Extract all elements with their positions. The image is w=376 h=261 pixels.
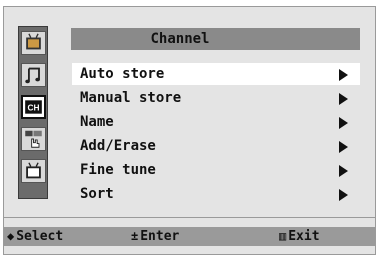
menu-item-manual-store[interactable]: Manual store — [72, 87, 360, 109]
menu-item-label: Name — [80, 114, 114, 130]
menu-icon: ▥ — [279, 229, 287, 243]
menu-title: Channel — [150, 31, 210, 47]
tv-picture-icon[interactable] — [21, 31, 46, 55]
plus-minus-icon: ± — [131, 229, 139, 243]
channel-ch-icon[interactable]: CH — [21, 95, 46, 119]
menu-item-label: Manual store — [80, 90, 182, 106]
footer-help-bar: ◆ Select ± Enter ▥ Exit — [3, 227, 376, 246]
sound-music-icon[interactable] — [21, 63, 46, 87]
enter-label: Enter — [140, 229, 180, 244]
menu-item-label: Sort — [80, 186, 114, 202]
select-label: Select — [16, 229, 64, 244]
tv-input-icon[interactable] — [21, 159, 46, 183]
menu-sidebar: CH — [18, 26, 48, 199]
arrow-right-icon — [339, 69, 348, 81]
footer-divider — [3, 217, 376, 218]
up-down-icon: ◆ — [7, 229, 15, 243]
menu-title-bar: Channel — [71, 28, 360, 50]
exit-hint: ▥ Exit — [279, 229, 320, 244]
setup-hand-icon[interactable] — [21, 127, 46, 151]
ch-label: CH — [27, 102, 39, 112]
arrow-right-icon — [339, 141, 348, 153]
menu-item-label: Auto store — [80, 66, 165, 82]
menu-item-sort[interactable]: Sort — [72, 183, 360, 205]
arrow-right-icon — [339, 117, 348, 129]
arrow-right-icon — [339, 189, 348, 201]
arrow-right-icon — [339, 93, 348, 105]
enter-hint: ± Enter — [131, 229, 179, 244]
arrow-right-icon — [339, 165, 348, 177]
menu-item-add-erase[interactable]: Add/Erase — [72, 135, 360, 157]
menu-item-label: Add/Erase — [80, 138, 156, 154]
menu-item-fine-tune[interactable]: Fine tune — [72, 159, 360, 181]
menu-item-auto-store[interactable]: Auto store — [72, 63, 360, 85]
menu-item-label: Fine tune — [80, 162, 156, 178]
menu-item-name[interactable]: Name — [72, 111, 360, 133]
select-hint: ◆ Select — [7, 229, 63, 244]
exit-label: Exit — [288, 229, 320, 244]
